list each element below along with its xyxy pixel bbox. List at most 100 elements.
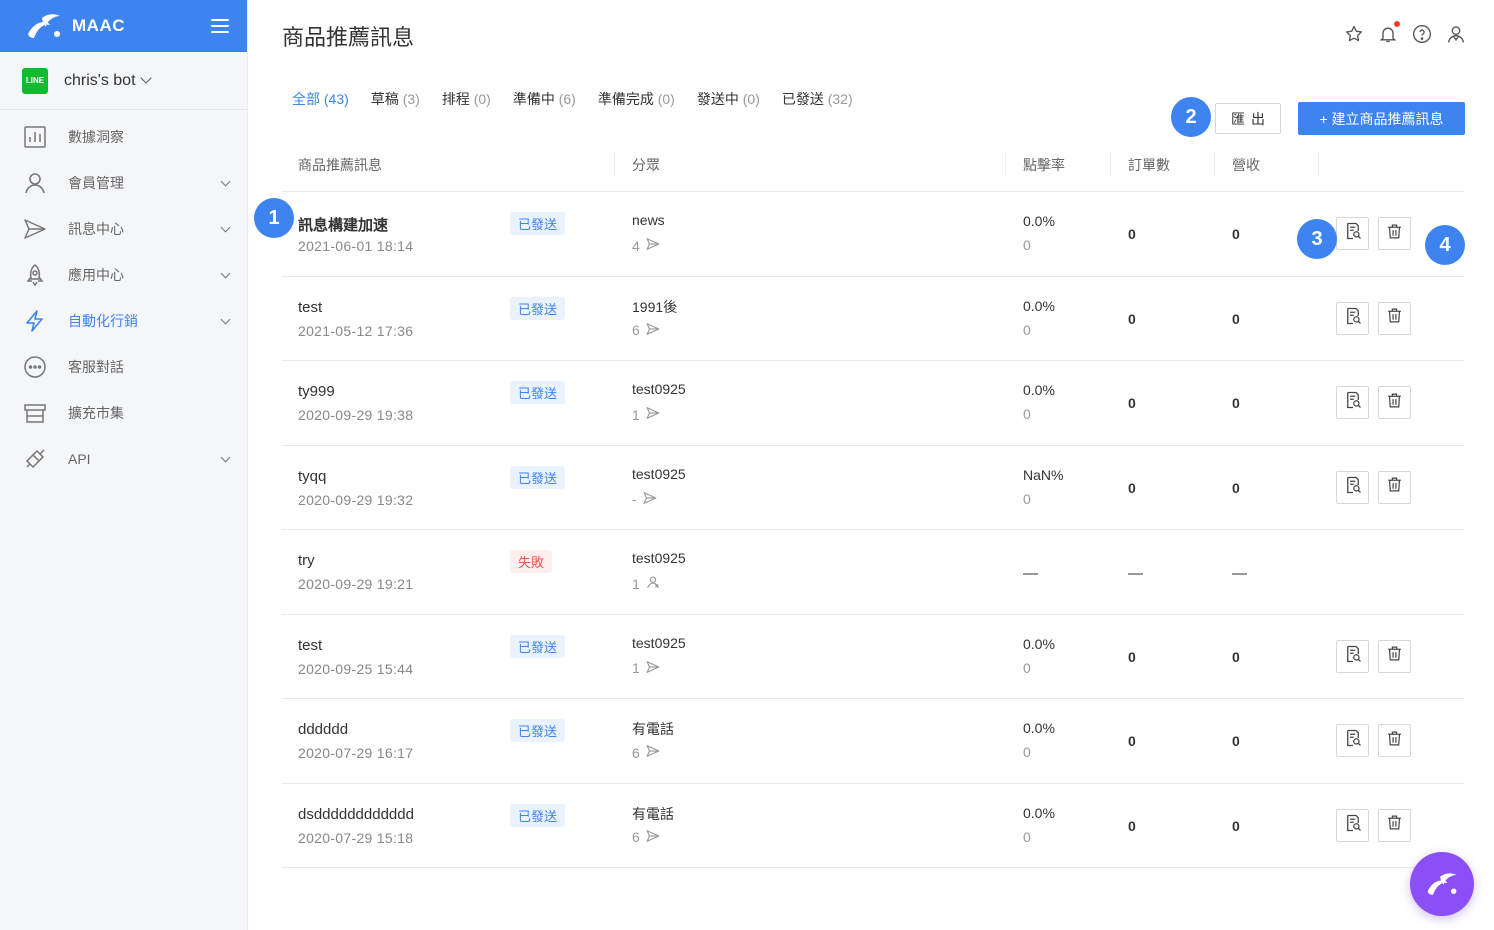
user-icon <box>22 170 48 196</box>
table-row[interactable]: tyqq 2020-09-29 19:32 已發送 test0925 - NaN% 0 0 0 <box>282 446 1464 530</box>
message-name[interactable]: dsdddddddddddd <box>298 806 414 823</box>
chart-icon <box>22 124 48 150</box>
view-report-button[interactable] <box>1336 724 1369 757</box>
account-icon[interactable] <box>1446 24 1466 44</box>
bot-selector[interactable]: LINE chris's bot <box>0 52 247 110</box>
chat-launcher-button[interactable] <box>1410 852 1474 916</box>
tab-ready[interactable]: 準備完成 (0) <box>598 89 675 109</box>
audience-count: 1 <box>632 575 660 592</box>
sidebar-item-marketplace[interactable]: 擴充市集 <box>0 390 247 436</box>
delete-button[interactable] <box>1378 301 1411 335</box>
message-date: 2020-07-29 15:18 <box>298 829 414 846</box>
tab-sending[interactable]: 發送中 (0) <box>697 89 760 109</box>
clicks-value: 0 <box>1023 659 1031 676</box>
table-row[interactable]: dddddd 2020-07-29 16:17 已發送 有電話 6 0.0% 0 0 0 <box>282 699 1464 784</box>
audience-name: test0925 <box>632 381 686 397</box>
bell-icon[interactable] <box>1378 21 1400 44</box>
audience-name: 有電話 <box>632 805 674 822</box>
message-name[interactable]: tyqq <box>298 468 326 485</box>
delete-button[interactable] <box>1378 808 1411 842</box>
view-report-button[interactable] <box>1336 301 1369 335</box>
sidebar-item-messages[interactable]: 訊息中心 <box>0 206 247 252</box>
delete-button[interactable] <box>1378 386 1411 419</box>
chevron-down-icon <box>139 72 152 84</box>
sidebar-item-automation[interactable]: 自動化行銷 <box>0 298 247 344</box>
table-row[interactable]: try 2020-09-29 19:21 失敗 test0925 1 — — — <box>282 530 1464 615</box>
audience-count: 4 <box>632 237 660 254</box>
revenue-value: 0 <box>1232 479 1240 496</box>
sidebar-item-api[interactable]: API <box>0 436 247 482</box>
column-header-message: 商品推薦訊息 <box>298 157 382 173</box>
tab-draft[interactable]: 草稿 (3) <box>371 89 420 109</box>
callout-4: 4 <box>1425 225 1465 265</box>
chevron-down-icon <box>220 176 231 186</box>
column-header-ctr: 點擊率 <box>1023 157 1065 173</box>
sidebar-item-label: 自動化行銷 <box>68 313 138 329</box>
sidebar-item-insights[interactable]: 數據洞察 <box>0 114 247 160</box>
create-product-recommendation-button[interactable]: + 建立商品推薦訊息 <box>1298 102 1465 135</box>
message-name[interactable]: test <box>298 637 322 654</box>
tab-scheduled[interactable]: 排程 (0) <box>442 89 491 109</box>
table-row[interactable]: test 2020-09-25 15:44 已發送 test0925 1 0.0% 0 0 0 <box>282 615 1464 699</box>
message-date: 2020-09-29 19:38 <box>298 407 414 423</box>
chevron-down-icon <box>220 222 231 232</box>
table-row[interactable]: ty999 2020-09-29 19:38 已發送 test0925 1 0.0% 0 0 0 <box>282 361 1464 446</box>
tab-preparing[interactable]: 準備中 (6) <box>513 89 576 109</box>
tab-sent[interactable]: 已發送 (32) <box>782 89 853 109</box>
audience-name: test0925 <box>632 634 686 651</box>
trash-icon <box>1386 645 1403 667</box>
delete-button[interactable] <box>1378 724 1411 757</box>
table-row[interactable]: dsdddddddddddd 2020-07-29 15:18 已發送 有電話 6 0.0… <box>282 784 1464 868</box>
chat-icon <box>22 354 48 380</box>
revenue-value: 0 <box>1232 733 1240 749</box>
sidebar-item-apps[interactable]: 應用中心 <box>0 252 247 298</box>
store-icon <box>22 400 48 426</box>
hamburger-menu-icon[interactable] <box>211 19 229 33</box>
send-icon <box>646 237 660 254</box>
tab-all[interactable]: 全部 (43) <box>292 89 349 109</box>
view-report-button[interactable] <box>1336 808 1369 842</box>
status-tabs: 全部 (43) 草稿 (3) 排程 (0) 準備中 (6) 準備完成 (0) 發… <box>292 89 853 109</box>
sidebar-item-label: 應用中心 <box>68 267 124 283</box>
delete-button[interactable] <box>1378 470 1411 504</box>
view-report-button[interactable] <box>1336 639 1369 673</box>
send-icon <box>646 829 660 846</box>
view-report-button[interactable] <box>1336 217 1369 250</box>
report-search-icon <box>1344 729 1362 752</box>
audience-name: test0925 <box>632 465 686 482</box>
sidebar-item-label: API <box>68 451 91 467</box>
orders-value: 0 <box>1128 817 1136 834</box>
message-date: 2021-06-01 18:14 <box>298 238 414 254</box>
delete-button[interactable] <box>1378 217 1411 250</box>
table-row[interactable]: 訊息構建加速 2021-06-01 18:14 已發送 news 4 0.0% 0 0 0 <box>282 192 1464 277</box>
lightning-icon <box>22 308 48 334</box>
table-row[interactable]: test 2021-05-12 17:36 已發送 1991後 6 0.0% 0 0 0 <box>282 277 1464 361</box>
status-badge: 已發送 <box>510 719 566 742</box>
message-name[interactable]: 訊息構建加速 <box>298 214 388 235</box>
revenue-value: 0 <box>1232 226 1240 242</box>
trash-icon <box>1386 730 1403 752</box>
audience-count: 6 <box>632 322 660 339</box>
trash-icon <box>1386 223 1403 245</box>
notification-dot <box>1394 21 1400 27</box>
message-name[interactable]: dddddd <box>298 721 348 738</box>
sidebar-item-chat[interactable]: 客服對話 <box>0 344 247 390</box>
help-icon[interactable] <box>1412 24 1432 44</box>
message-name[interactable]: test <box>298 299 322 316</box>
message-name[interactable]: try <box>298 552 315 569</box>
view-report-button[interactable] <box>1336 386 1369 419</box>
orders-value: 0 <box>1128 733 1136 749</box>
chevron-down-icon <box>220 452 231 462</box>
report-search-icon <box>1344 814 1362 837</box>
sidebar-item-members[interactable]: 會員管理 <box>0 160 247 206</box>
clicks-value: 0 <box>1023 828 1031 845</box>
message-name[interactable]: ty999 <box>298 383 335 400</box>
orders-value: 0 <box>1128 226 1136 242</box>
delete-button[interactable] <box>1378 639 1411 673</box>
table-body: 訊息構建加速 2021-06-01 18:14 已發送 news 4 0.0% 0 0 0 tes… <box>282 192 1464 868</box>
export-button[interactable]: 匯出 <box>1215 103 1281 134</box>
view-report-button[interactable] <box>1336 470 1369 504</box>
bot-name: chris's bot <box>64 71 136 89</box>
audience-name: test0925 <box>632 550 686 566</box>
star-icon[interactable] <box>1344 24 1364 44</box>
